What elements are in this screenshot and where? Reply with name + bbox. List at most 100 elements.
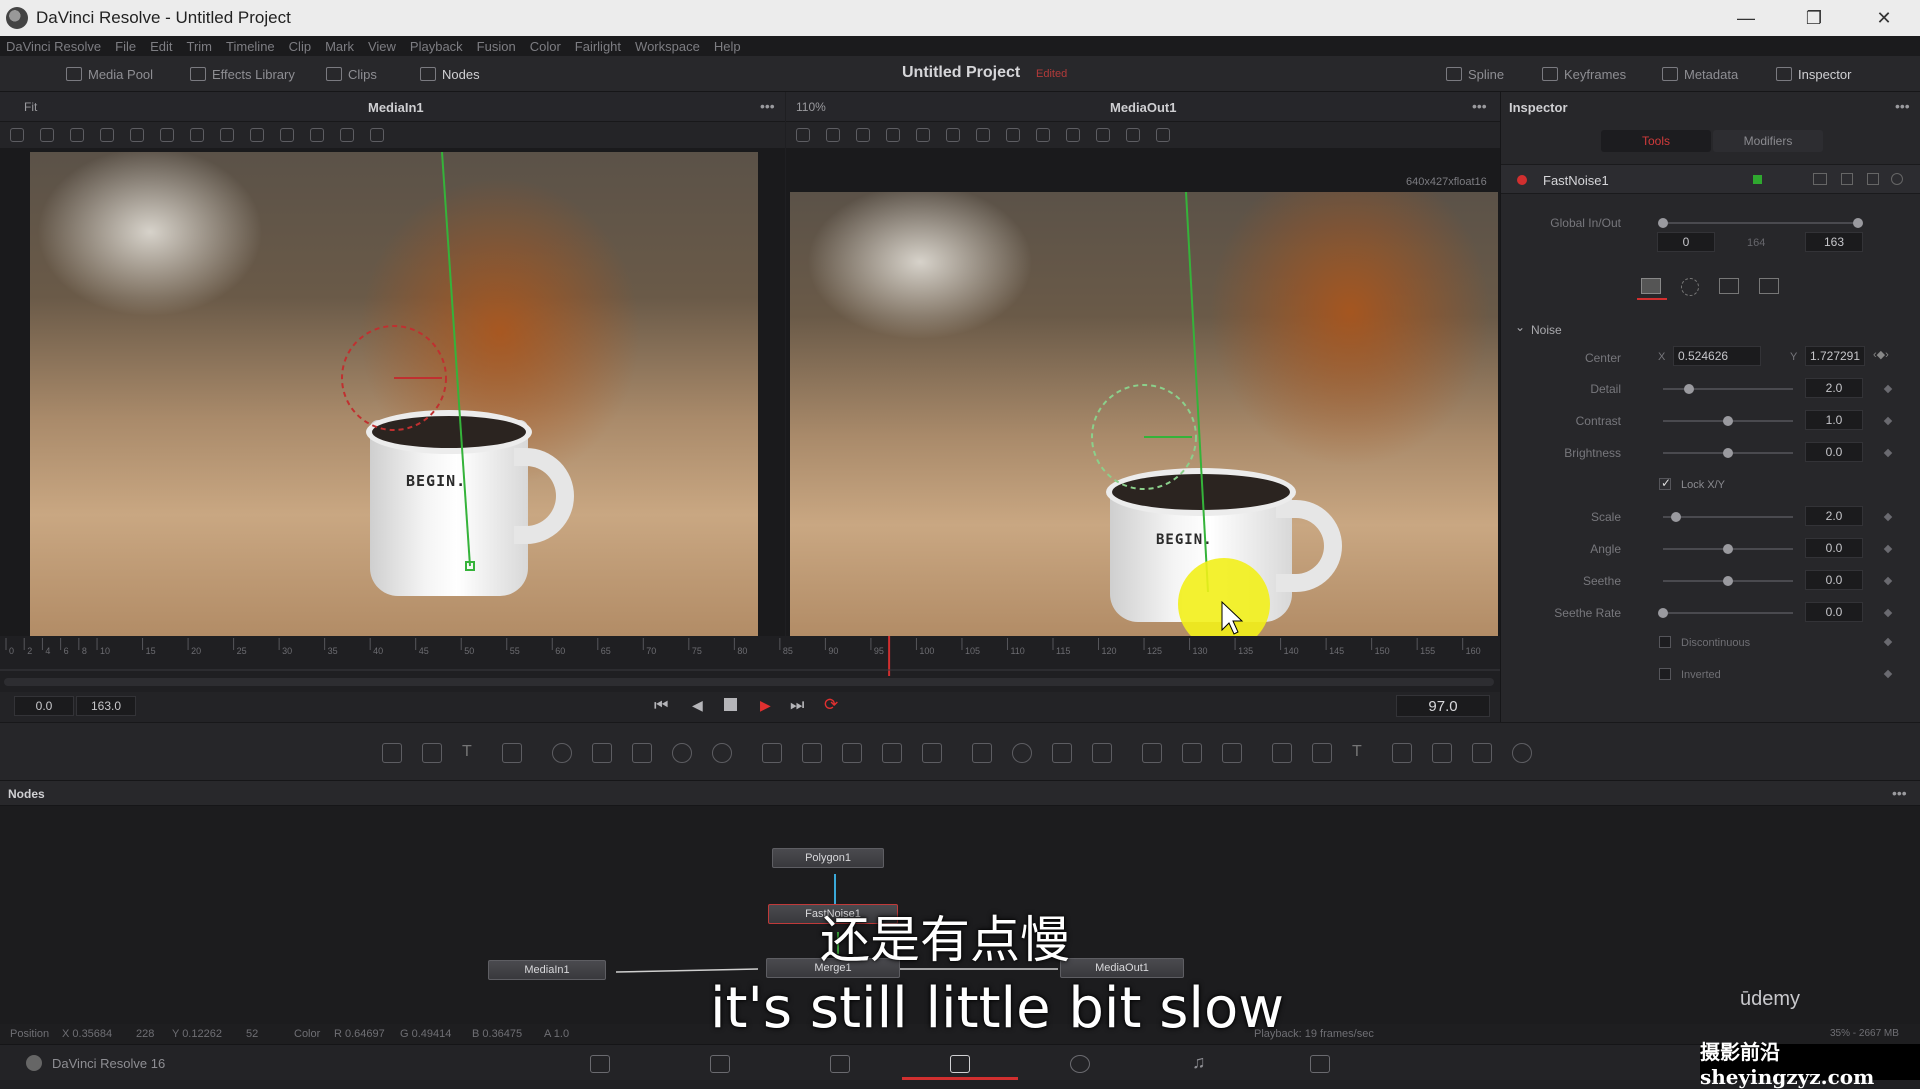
blur-tool-icon[interactable] [712, 743, 732, 763]
channel-booleans-icon[interactable] [802, 743, 822, 763]
brightness-field[interactable]: 0.0 [1805, 442, 1863, 462]
detail-keyframe-icon[interactable] [1883, 384, 1893, 394]
color-corrector-icon[interactable] [592, 743, 612, 763]
lock-xy-checkbox[interactable]: ✓ [1659, 476, 1671, 490]
fusion-page-icon[interactable] [950, 1055, 970, 1073]
global-slider-track[interactable] [1663, 222, 1859, 224]
tool-color-icon[interactable] [1753, 175, 1762, 184]
color-curves-icon[interactable] [632, 743, 652, 763]
global-in-knob[interactable] [1658, 218, 1668, 228]
current-time-field[interactable]: 97.0 [1396, 695, 1490, 717]
cut-page-icon[interactable] [710, 1055, 730, 1073]
smooth-tool-icon[interactable] [1096, 128, 1110, 142]
media-pool-button[interactable]: Media Pool [66, 62, 153, 86]
left-viewer-options-icon[interactable]: ••• [760, 98, 775, 114]
deliver-page-icon[interactable] [1310, 1055, 1330, 1073]
node-polygon1[interactable]: Polygon1 [772, 848, 884, 868]
box-tool-icon[interactable] [250, 128, 264, 142]
delete-tool-icon[interactable] [1156, 128, 1170, 142]
fastnoise-tool-icon[interactable] [422, 743, 442, 763]
transform-node-icon[interactable] [922, 743, 942, 763]
inspector-button[interactable]: Inspector [1776, 62, 1851, 86]
seethe-field[interactable]: 0.0 [1805, 570, 1863, 590]
color-page-icon[interactable] [1070, 1055, 1090, 1073]
color-tab-icon[interactable] [1681, 278, 1699, 296]
link-tool-icon[interactable] [1066, 128, 1080, 142]
brightness-keyframe-icon[interactable] [1883, 448, 1893, 458]
tracker-icon[interactable] [1142, 743, 1162, 763]
brightness-contrast-icon[interactable] [672, 743, 692, 763]
pen-tool-icon[interactable] [826, 128, 840, 142]
text-tool-icon[interactable]: T [462, 743, 482, 763]
menu-trim[interactable]: Trim [187, 39, 213, 54]
seethe-rate-slider-knob[interactable] [1658, 608, 1668, 618]
node-mediaout1[interactable]: MediaOut1 [1060, 958, 1184, 978]
renderer3d-icon[interactable] [1432, 743, 1452, 763]
contrast-field[interactable]: 1.0 [1805, 410, 1863, 430]
rectangle-mask-icon[interactable] [972, 743, 992, 763]
rotate-tool-icon[interactable] [946, 128, 960, 142]
curve-tool-icon[interactable] [130, 128, 144, 142]
ellipse-mask-icon[interactable] [1012, 743, 1032, 763]
timeline-scrollbar[interactable] [4, 678, 1494, 686]
node-mediain1[interactable]: MediaIn1 [488, 960, 606, 980]
close-button[interactable]: ✕ [1856, 0, 1912, 36]
fit-dropdown[interactable]: Fit [24, 100, 37, 114]
camera3d-icon[interactable] [1392, 743, 1412, 763]
background-tool-icon[interactable] [382, 743, 402, 763]
nodes-button[interactable]: Nodes [420, 62, 480, 86]
scale-slider-knob[interactable] [1671, 512, 1681, 522]
contrast-keyframe-icon[interactable] [1883, 416, 1893, 426]
center-y-field[interactable]: 1.727291 [1805, 346, 1865, 366]
shape3d-icon[interactable] [1272, 743, 1292, 763]
right-viewer-image[interactable]: BEGIN. [790, 192, 1498, 636]
global-out-knob[interactable] [1853, 218, 1863, 228]
detail-field[interactable]: 2.0 [1805, 378, 1863, 398]
transform-tool-icon[interactable] [100, 128, 114, 142]
scale-field[interactable]: 2.0 [1805, 506, 1863, 526]
minimize-button[interactable]: — [1718, 0, 1774, 36]
media-page-icon[interactable] [590, 1055, 610, 1073]
contrast-slider-knob[interactable] [1723, 416, 1733, 426]
seethe-slider-knob[interactable] [1723, 576, 1733, 586]
menu-help[interactable]: Help [714, 39, 741, 54]
menu-file[interactable]: File [115, 39, 136, 54]
go-to-start-icon[interactable]: ⏮ [654, 697, 668, 715]
detail-slider-knob[interactable] [1684, 384, 1694, 394]
paint-tool-icon[interactable] [502, 743, 522, 763]
resize-tool-icon[interactable] [882, 743, 902, 763]
render-start-field[interactable]: 0.0 [14, 696, 74, 716]
polygon-mask-icon[interactable] [1052, 743, 1072, 763]
angle-slider-knob[interactable] [1723, 544, 1733, 554]
go-to-end-icon[interactable]: ⏭ [790, 697, 804, 715]
menu-edit[interactable]: Edit [150, 39, 172, 54]
line-tool-icon[interactable] [1006, 128, 1020, 142]
matte-control-icon[interactable] [842, 743, 862, 763]
brightness-slider-knob[interactable] [1723, 448, 1733, 458]
play-reverse-icon[interactable]: ◀ [692, 697, 703, 714]
particle-tool-icon[interactable] [552, 743, 572, 763]
keyframes-button[interactable]: Keyframes [1542, 62, 1626, 86]
global-out-field[interactable]: 163 [1805, 232, 1863, 252]
edit-page-icon[interactable] [830, 1055, 850, 1073]
render-end-field[interactable]: 163.0 [76, 696, 136, 716]
nodes-options-icon[interactable]: ••• [1892, 785, 1907, 801]
bspline-mask-icon[interactable] [1092, 743, 1112, 763]
arc-tool-icon[interactable] [976, 128, 990, 142]
merge-tool-icon[interactable] [762, 743, 782, 763]
select-tool-icon[interactable] [10, 128, 24, 142]
box-tool-icon[interactable] [1036, 128, 1050, 142]
time-ruler[interactable]: 0 2 4 6 8 10 15 20 25 30 35 40 45 50 55 60 65 70 75 80 85 90 9… [0, 636, 1500, 676]
fairlight-page-icon[interactable]: ♫ [1192, 1052, 1206, 1073]
planar-tracker-icon[interactable] [1182, 743, 1202, 763]
menu-davinci[interactable]: DaVinci Resolve [6, 39, 101, 54]
line-tool-icon[interactable] [220, 128, 234, 142]
scale-keyframe-icon[interactable] [1883, 512, 1893, 522]
global-in-field[interactable]: 0 [1657, 232, 1715, 252]
delete-tool-icon[interactable] [370, 128, 384, 142]
spotlight-icon[interactable] [1472, 743, 1492, 763]
menu-view[interactable]: View [368, 39, 396, 54]
noise-section-chevron-icon[interactable]: ⌄ [1515, 320, 1525, 334]
menu-clip[interactable]: Clip [289, 39, 311, 54]
inspector-options-icon[interactable]: ••• [1895, 98, 1910, 114]
